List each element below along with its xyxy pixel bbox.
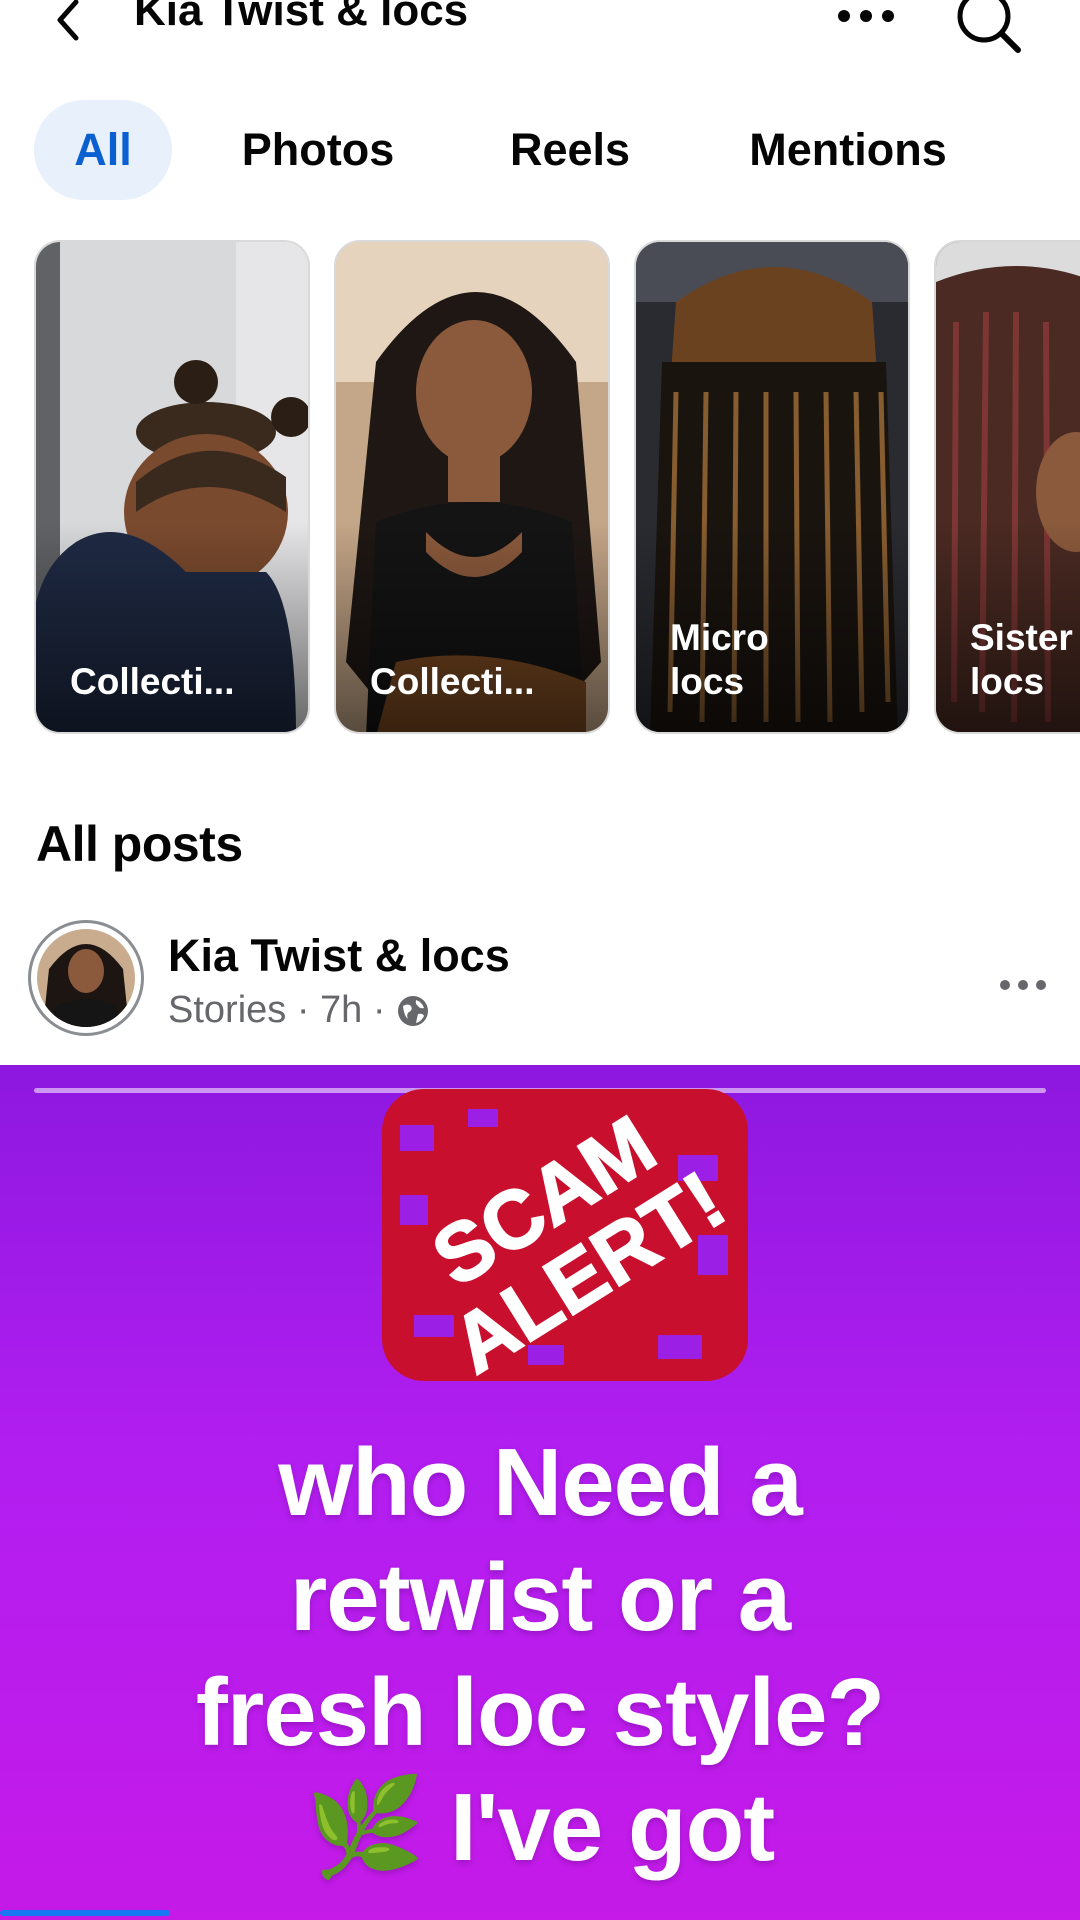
album-title: Collecti... <box>370 661 535 702</box>
tab-mentions[interactable]: Mentions <box>716 100 980 200</box>
page-title: Kia Twist & locs <box>134 0 469 35</box>
more-horizontal-icon <box>838 10 894 22</box>
filter-tabs: All Photos Reels Mentions <box>0 100 1080 200</box>
post-meta: Stories · 7h · <box>168 989 430 1032</box>
more-options-button[interactable] <box>834 2 898 30</box>
album-card-collection-2[interactable]: Collecti... <box>334 240 610 734</box>
post-meta-text: Stories · 7h · <box>168 989 386 1031</box>
profile-photo <box>37 929 135 1027</box>
album-title: Sister locs <box>970 617 1073 702</box>
story-post[interactable]: SCAM ALERT! who Need a retwist or a fres… <box>0 1065 1080 1920</box>
album-card-micro-locs[interactable]: Micro locs <box>634 240 910 734</box>
search-icon <box>957 0 1021 53</box>
globe-icon <box>397 995 428 1026</box>
tab-photos[interactable]: Photos <box>218 100 418 200</box>
album-card-collection-1[interactable]: Collecti... <box>34 240 310 734</box>
more-horizontal-icon <box>1000 980 1046 990</box>
album-card-sister-locs[interactable]: Sister locs <box>934 240 1080 734</box>
back-button[interactable] <box>46 0 90 48</box>
scroll-indicator <box>0 1910 170 1916</box>
post-more-button[interactable] <box>998 974 1048 996</box>
section-title: All posts <box>36 816 243 872</box>
album-title: Micro locs <box>670 617 769 702</box>
avatar[interactable] <box>28 920 144 1036</box>
scam-alert-sticker: SCAM ALERT! <box>382 1089 748 1385</box>
tab-reels[interactable]: Reels <box>486 100 654 200</box>
tab-all[interactable]: All <box>34 100 172 200</box>
album-title: Collecti... <box>70 661 235 702</box>
chevron-left-icon <box>57 0 79 41</box>
top-bar: Kia Twist & locs <box>0 0 1080 90</box>
post-author[interactable]: Kia Twist & locs <box>168 930 510 982</box>
story-caption: who Need a retwist or a fresh loc style?… <box>195 1429 885 1881</box>
albums-carousel: Collecti... Collecti... Micro locs Siste… <box>0 240 1080 734</box>
search-button[interactable] <box>954 0 1024 56</box>
